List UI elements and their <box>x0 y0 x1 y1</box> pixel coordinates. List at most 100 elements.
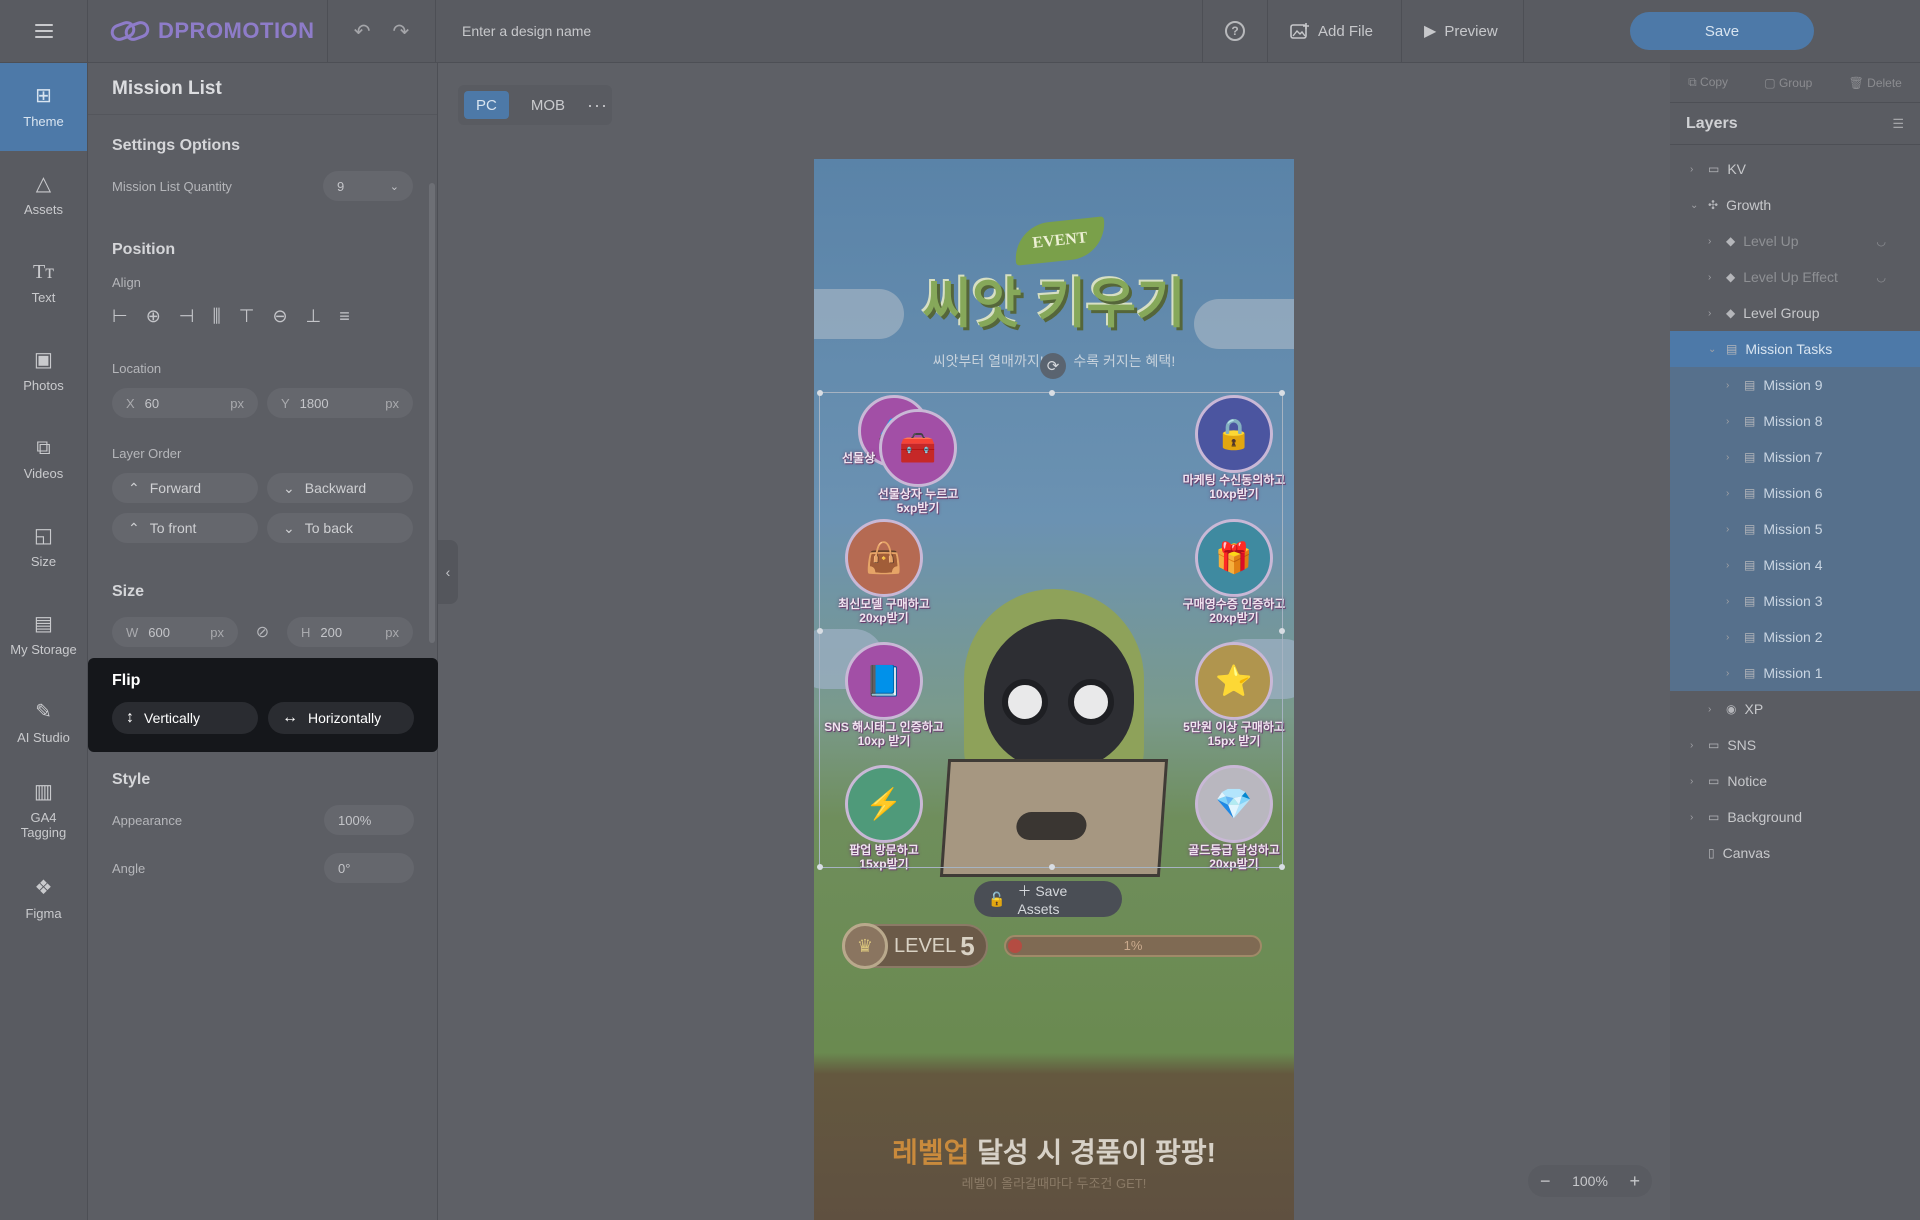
align-top-icon[interactable]: ⊤ <box>239 306 255 327</box>
tab-mob[interactable]: MOB <box>519 91 577 119</box>
chevron-right-icon[interactable]: › <box>1726 668 1736 679</box>
chevron-right-icon[interactable]: › <box>1708 236 1718 247</box>
resize-handle[interactable] <box>817 628 823 634</box>
chevron-right-icon[interactable]: › <box>1726 632 1736 643</box>
chevron-right-icon[interactable]: › <box>1690 740 1700 751</box>
layer-item[interactable]: › ▭ Background <box>1670 799 1920 835</box>
lock-icon[interactable]: 🔓 <box>988 891 1005 908</box>
width-input[interactable]: W 600 px <box>112 617 238 647</box>
align-center-h-icon[interactable]: ⊕ <box>146 306 161 327</box>
chevron-right-icon[interactable]: › <box>1690 812 1700 823</box>
chevron-right-icon[interactable]: › <box>1708 308 1718 319</box>
height-input[interactable]: H 200 px <box>287 617 413 647</box>
rail-item-size[interactable]: ◱ Size <box>0 503 87 591</box>
flip-horizontally-button[interactable]: ↔ Horizontally <box>268 702 414 734</box>
design-name-input[interactable]: Enter a design name <box>436 23 1202 39</box>
rail-item-assets[interactable]: △ Assets <box>0 151 87 239</box>
delete-button[interactable]: 🗑 Delete <box>1849 76 1902 90</box>
distribute-v-icon[interactable]: ≡ <box>339 306 350 327</box>
resize-handle[interactable] <box>1279 628 1285 634</box>
chevron-right-icon[interactable]: › <box>1726 452 1736 463</box>
resize-handle[interactable] <box>1049 390 1055 396</box>
layer-item[interactable]: › ▤ Mission 2 <box>1670 619 1920 655</box>
forward-button[interactable]: ⌃ Forward <box>112 473 258 503</box>
more-options-icon[interactable]: ··· <box>587 95 608 116</box>
hidden-eye-icon[interactable]: ◡ <box>1876 235 1886 248</box>
bottom-title[interactable]: 레벨업 달성 시 경품이 팡팡! <box>814 1131 1294 1171</box>
rail-item-text[interactable]: Tт Text <box>0 239 87 327</box>
resize-handle[interactable] <box>817 864 823 870</box>
resize-handle[interactable] <box>817 390 823 396</box>
rail-item-theme[interactable]: ⊞ Theme <box>0 63 87 151</box>
chevron-right-icon[interactable]: › <box>1708 704 1718 715</box>
layer-item[interactable]: › ▤ Mission 3 <box>1670 583 1920 619</box>
layer-item[interactable]: › ▤ Mission 6 <box>1670 475 1920 511</box>
rail-item-figma[interactable]: ❖ Figma <box>0 855 87 943</box>
layer-item[interactable]: › ◉ XP <box>1670 691 1920 727</box>
collapse-all-icon[interactable]: ☰ <box>1892 116 1904 132</box>
artboard[interactable]: EVENT 씨앗 키우기 씨앗부터 열매까지! 수록 커지는 혜택! 🧳 선물상… <box>814 159 1294 1220</box>
save-button[interactable]: Save <box>1630 12 1814 50</box>
chevron-down-icon[interactable]: ⌄ <box>1690 200 1700 211</box>
add-file-button[interactable]: Add File <box>1268 0 1402 63</box>
chevron-right-icon[interactable]: › <box>1726 596 1736 607</box>
align-right-icon[interactable]: ⊣ <box>179 306 195 327</box>
group-button[interactable]: ▢ Group <box>1764 76 1812 90</box>
resize-handle[interactable] <box>1279 390 1285 396</box>
zoom-out-icon[interactable]: − <box>1540 1171 1551 1192</box>
collapse-panel-button[interactable]: ‹ <box>438 540 458 604</box>
chevron-right-icon[interactable]: › <box>1726 560 1736 571</box>
quantity-select[interactable]: 9 ⌄ <box>323 171 413 201</box>
layer-item[interactable]: › ▭ SNS <box>1670 727 1920 763</box>
rail-item-videos[interactable]: ⧉ Videos <box>0 415 87 503</box>
event-title[interactable]: 씨앗 키우기 <box>894 259 1214 338</box>
y-input[interactable]: Y 1800 px <box>267 388 413 418</box>
layer-item[interactable]: › ▤ Mission 4 <box>1670 547 1920 583</box>
tab-pc[interactable]: PC <box>464 91 509 119</box>
rail-item-ai-studio[interactable]: ✎ AI Studio <box>0 679 87 767</box>
layer-item[interactable]: › ◆ Level Group <box>1670 295 1920 331</box>
chevron-right-icon[interactable]: › <box>1726 380 1736 391</box>
layer-item[interactable]: › ▭ Notice <box>1670 763 1920 799</box>
layer-item[interactable]: › ▭ KV <box>1670 151 1920 187</box>
flip-vertically-button[interactable]: ↕ Vertically <box>112 702 258 734</box>
bottom-subtitle[interactable]: 레벨이 올라갈때마다 두조건 GET! <box>814 1173 1294 1192</box>
layer-item[interactable]: ⌄ ✣ Growth <box>1670 187 1920 223</box>
appearance-input[interactable]: 100% <box>324 805 414 835</box>
zoom-in-icon[interactable]: + <box>1629 1171 1640 1192</box>
layer-item[interactable]: › ▤ Mission 7 <box>1670 439 1920 475</box>
preview-button[interactable]: ▶ Preview <box>1402 0 1524 63</box>
chevron-right-icon[interactable]: › <box>1726 416 1736 427</box>
resize-handle[interactable] <box>1049 864 1055 870</box>
layer-item[interactable]: › ▤ Mission 9 <box>1670 367 1920 403</box>
layer-item[interactable]: › ▤ Mission 1 <box>1670 655 1920 691</box>
logo[interactable]: DPROMOTION <box>88 0 328 63</box>
rail-item-photos[interactable]: ▣ Photos <box>0 327 87 415</box>
backward-button[interactable]: ⌄ Backward <box>267 473 413 503</box>
angle-input[interactable]: 0° <box>324 853 414 883</box>
chevron-right-icon[interactable]: › <box>1690 776 1700 787</box>
to-back-button[interactable]: ⌄ To back <box>267 513 413 543</box>
hidden-eye-icon[interactable]: ◡ <box>1876 271 1886 284</box>
chevron-right-icon[interactable]: › <box>1726 524 1736 535</box>
selection-box[interactable] <box>817 390 1285 870</box>
rail-item-ga4-tagging[interactable]: ▥ GA4 Tagging <box>0 767 87 855</box>
chevron-right-icon[interactable]: › <box>1726 488 1736 499</box>
save-assets-button[interactable]: ＋ Save Assets <box>1017 881 1108 917</box>
layer-item[interactable]: ⌄ ▤ Mission Tasks <box>1670 331 1920 367</box>
chevron-right-icon[interactable]: › <box>1708 272 1718 283</box>
rotate-icon[interactable]: ⟳ <box>1040 353 1066 379</box>
to-front-button[interactable]: ⌃ To front <box>112 513 258 543</box>
layer-item[interactable]: › ◆ Level Up Effect ◡ <box>1670 259 1920 295</box>
copy-button[interactable]: ⧉ Copy <box>1688 75 1728 90</box>
rail-item-my-storage[interactable]: ▤ My Storage <box>0 591 87 679</box>
align-bottom-icon[interactable]: ⊥ <box>306 306 322 327</box>
layer-item[interactable]: › ▤ Mission 5 <box>1670 511 1920 547</box>
redo-icon[interactable]: ↷ <box>393 19 410 44</box>
unlink-ratio-icon[interactable]: ⊘ <box>256 622 269 642</box>
resize-handle[interactable] <box>1279 864 1285 870</box>
menu-button[interactable] <box>0 0 88 63</box>
canvas-area[interactable]: PC MOB ··· EVENT 씨앗 키우기 씨앗부터 열매까지! 수록 커지… <box>438 63 1670 1220</box>
x-input[interactable]: X 60 px <box>112 388 258 418</box>
chevron-right-icon[interactable]: › <box>1690 164 1700 175</box>
